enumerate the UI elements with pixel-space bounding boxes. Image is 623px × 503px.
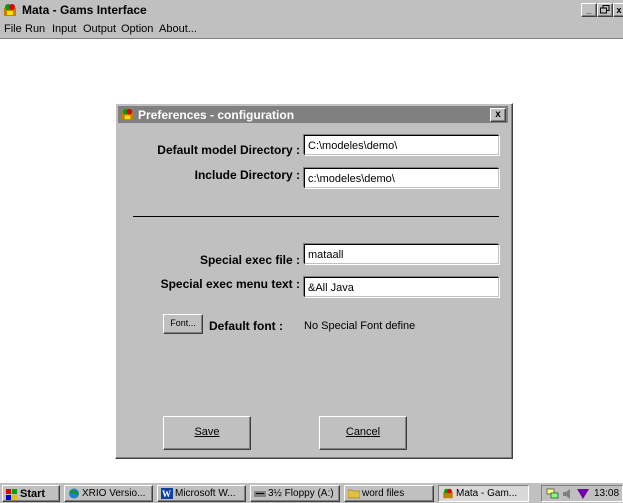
menu-file[interactable]: File	[4, 23, 22, 35]
menu-bar: File Run Input Output Option About...	[0, 20, 623, 39]
taskbar-item-mata[interactable]: Mata - Gam...	[438, 485, 529, 502]
special-exec-menu-text-label: Special exec menu text :	[160, 277, 300, 291]
font-button[interactable]: Font...	[163, 314, 203, 334]
taskbar-item-label: XRIO Versio...	[82, 488, 146, 499]
include-dir-input[interactable]: c:\modeles\demo\	[304, 168, 499, 188]
default-font-label: Default font :	[209, 319, 283, 333]
taskbar-item-label: Mata - Gam...	[456, 488, 518, 499]
special-exec-file-label: Special exec file :	[199, 253, 300, 267]
app-icon	[4, 4, 16, 16]
menu-option[interactable]: Option	[121, 23, 153, 35]
taskbar-item-word-files[interactable]: word files	[344, 485, 434, 502]
floppy-drive-icon	[254, 490, 266, 497]
taskbar-item-label: 3½ Floppy (A:)	[268, 488, 334, 499]
svg-text:W: W	[162, 489, 171, 499]
app-titlebar[interactable]: Mata - Gams Interface _ x	[0, 0, 623, 20]
taskbar-item-floppy[interactable]: 3½ Floppy (A:)	[250, 485, 340, 502]
minimize-icon: _	[586, 5, 592, 15]
section-divider	[133, 216, 499, 217]
globe-icon	[69, 488, 79, 499]
special-exec-file-input[interactable]: mataall	[304, 244, 499, 264]
cancel-button[interactable]: Cancel	[319, 416, 407, 450]
cancel-button-label: Cancel	[345, 426, 381, 438]
folder-icon	[348, 489, 360, 499]
close-icon: x	[495, 109, 501, 120]
close-icon: x	[616, 5, 622, 15]
minimize-button[interactable]: _	[581, 3, 597, 17]
taskbar-item-label: word files	[362, 488, 405, 499]
word-icon: W	[161, 487, 173, 499]
antivirus-shield-icon[interactable]	[577, 488, 589, 500]
default-font-value: No Special Font define	[304, 320, 416, 332]
speaker-icon[interactable]	[562, 488, 574, 500]
special-exec-menu-text-input[interactable]: &All Java	[304, 277, 499, 297]
dialog-app-icon	[121, 108, 134, 121]
dialog-titlebar[interactable]: Preferences - configuration x	[118, 106, 508, 123]
maximize-button[interactable]	[597, 3, 613, 17]
default-model-dir-input[interactable]: C:\modeles\demo\	[304, 135, 499, 155]
taskbar-item-label: Microsoft W...	[175, 488, 236, 499]
default-model-dir-label: Default model Directory :	[157, 143, 300, 157]
app-title: Mata - Gams Interface	[22, 3, 147, 17]
menu-input[interactable]: Input	[52, 23, 76, 35]
network-icon[interactable]	[546, 488, 560, 500]
clock[interactable]: 13:08	[594, 486, 619, 502]
dialog-title: Preferences - configuration	[138, 108, 295, 122]
save-button[interactable]: Save	[163, 416, 251, 450]
taskbar: Start XRIO Versio... W Microsoft W... 3½ …	[0, 482, 623, 503]
menu-about[interactable]: About...	[159, 23, 197, 35]
close-button[interactable]: x	[613, 3, 623, 17]
start-button[interactable]: Start	[2, 485, 60, 502]
preferences-dialog: Preferences - configuration x Default mo…	[115, 103, 513, 459]
mata-app-icon	[443, 488, 453, 499]
taskbar-item-word[interactable]: W Microsoft W...	[157, 485, 246, 502]
include-dir-label: Include Directory :	[194, 168, 300, 182]
save-button-label: Save	[194, 426, 220, 438]
menu-run[interactable]: Run	[25, 23, 45, 35]
system-tray: 13:08	[541, 485, 623, 502]
taskbar-item-xrio[interactable]: XRIO Versio...	[64, 485, 153, 502]
dialog-close-button[interactable]: x	[490, 108, 506, 122]
windows-logo-icon	[6, 488, 17, 500]
restore-icon	[600, 5, 610, 14]
start-label: Start	[20, 488, 46, 500]
menu-output[interactable]: Output	[83, 23, 116, 35]
